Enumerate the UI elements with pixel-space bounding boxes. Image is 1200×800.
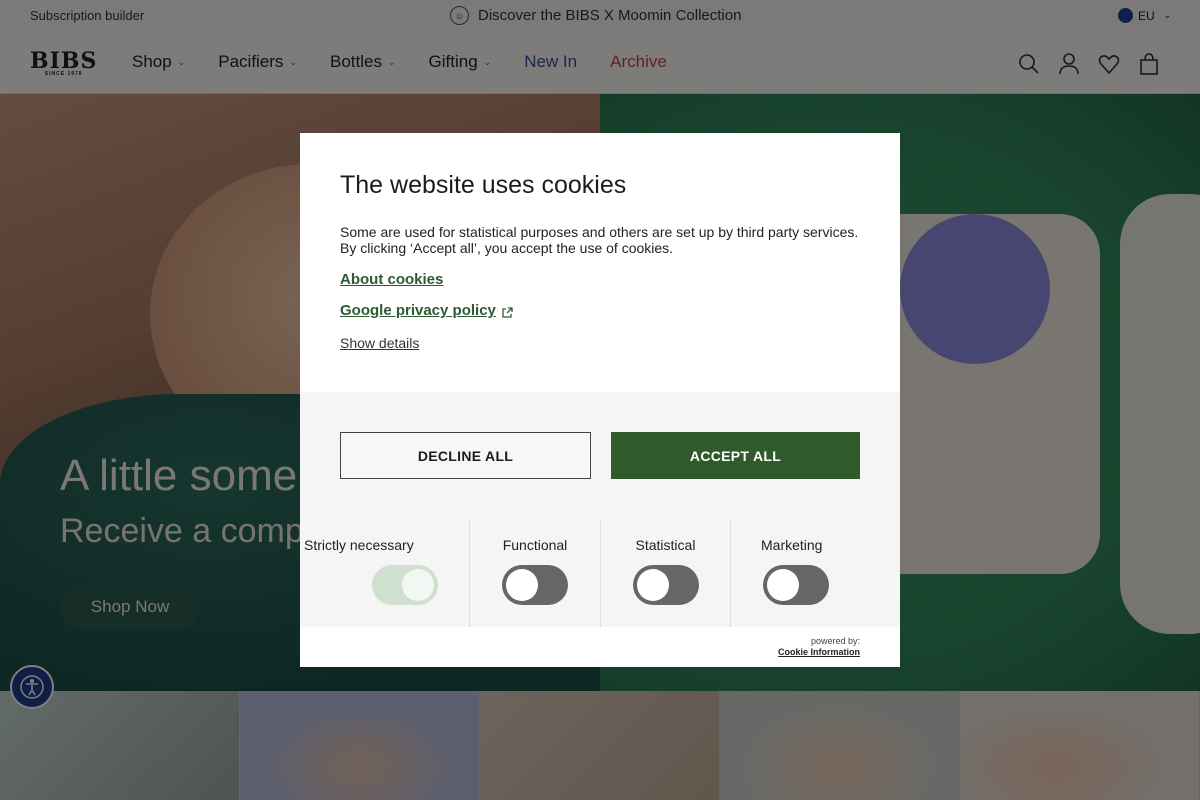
cookie-description: Some are used for statistical purposes a…: [340, 224, 859, 256]
powered-by: powered by: Cookie Information: [778, 636, 860, 658]
category-label: Functional: [502, 537, 568, 553]
category-marketing: Marketing: [731, 519, 900, 627]
statistical-toggle[interactable]: [633, 565, 699, 605]
category-functional: Functional: [470, 519, 601, 627]
cookie-info-section: The website uses cookies Some are used f…: [300, 133, 900, 392]
about-cookies-label: About cookies: [340, 271, 444, 288]
show-details-link[interactable]: Show details: [340, 335, 419, 351]
external-link-icon: [502, 305, 513, 318]
google-privacy-label: Google privacy policy: [340, 302, 496, 319]
decline-all-button[interactable]: DECLINE ALL: [340, 432, 591, 479]
cookie-information-link[interactable]: Cookie Information: [778, 647, 860, 658]
category-label: Strictly necessary: [304, 537, 414, 553]
toggle-knob: [402, 569, 434, 601]
category-label: Marketing: [761, 537, 823, 553]
google-privacy-link[interactable]: Google privacy policy: [340, 302, 513, 319]
accept-all-button[interactable]: ACCEPT ALL: [611, 432, 860, 479]
cookie-title: The website uses cookies: [340, 171, 627, 199]
category-statistical: Statistical: [601, 519, 731, 627]
cookie-consent-dialog: The website uses cookies Some are used f…: [300, 133, 900, 667]
category-strictly-necessary: Strictly necessary: [300, 519, 470, 627]
cookie-actions: DECLINE ALL ACCEPT ALL: [300, 392, 900, 519]
powered-by-label: powered by:: [810, 636, 860, 646]
category-label: Statistical: [635, 537, 696, 553]
toggle-knob: [637, 569, 669, 601]
toggle-knob: [767, 569, 799, 601]
toggle-knob: [506, 569, 538, 601]
cookie-categories: Strictly necessary Functional Statistica…: [300, 519, 900, 627]
marketing-toggle[interactable]: [763, 565, 829, 605]
functional-toggle[interactable]: [502, 565, 568, 605]
about-cookies-link[interactable]: About cookies: [340, 271, 443, 288]
strictly-necessary-toggle: [372, 565, 438, 605]
